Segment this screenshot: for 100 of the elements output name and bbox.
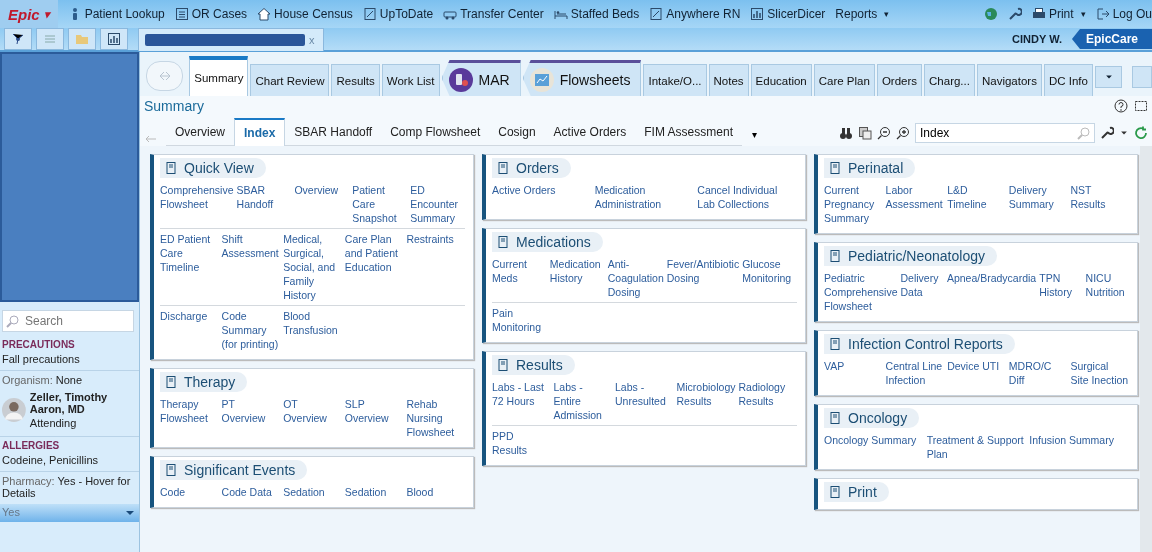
report-link[interactable]: Oncology Summary (824, 433, 924, 447)
report-link[interactable]: Infusion Summary (1029, 433, 1129, 447)
toolbar-icon[interactable] (4, 28, 32, 50)
report-link[interactable]: Blood Transfusion (283, 309, 342, 337)
report-link[interactable]: Labs - Entire Admission (553, 380, 612, 422)
index-search-field[interactable]: Index (915, 123, 1095, 143)
report-link[interactable]: Current Pregnancy Summary (824, 183, 883, 225)
toolbar-button[interactable]: Staffed Beds (553, 7, 640, 21)
report-link[interactable]: PT Overview (221, 397, 281, 425)
search-field[interactable]: Search (2, 310, 134, 332)
card-title: Quick View (160, 158, 266, 178)
report-link[interactable]: Care Plan and Patient Education (344, 232, 404, 274)
print-button[interactable]: Print ▾ (1031, 7, 1086, 21)
activity-tab[interactable]: MAR (441, 60, 521, 96)
report-link[interactable]: Delivery Summary (1008, 183, 1068, 211)
report-link[interactable]: Medication History (549, 257, 605, 285)
report-link[interactable]: Shift Assessment (221, 232, 281, 260)
toolbar-button[interactable]: Anywhere RN (649, 7, 741, 21)
activity-tab[interactable]: Notes (708, 64, 749, 96)
search-icon (1077, 126, 1091, 140)
activity-tab[interactable]: Education (750, 64, 812, 96)
report-link[interactable]: Labs - Last 72 Hours (492, 380, 551, 408)
toolbar-button[interactable]: Patient Lookup (67, 7, 165, 21)
scroll-bar[interactable] (1140, 146, 1152, 552)
activity-tab[interactable]: Care Plan (813, 64, 875, 96)
toolbar-icon[interactable] (100, 28, 128, 50)
report-link[interactable]: Anti-Coagulation Dosing (607, 257, 664, 299)
report-link[interactable]: Central Line Infection (885, 359, 945, 387)
activity-tab[interactable]: Navigators (976, 64, 1042, 96)
report-icon (496, 161, 510, 175)
toolbar-button[interactable]: Transfer Center (443, 7, 544, 21)
report-link[interactable]: Discharge (160, 309, 219, 323)
toolbar-button[interactable]: SlicerDicer (750, 7, 826, 21)
toolbar-button[interactable]: Reports ▾ (835, 7, 890, 21)
report-link[interactable]: PPD Results (492, 429, 551, 457)
section-tab[interactable]: Index (234, 118, 286, 146)
activity-tab[interactable]: Results (331, 64, 380, 96)
report-link[interactable]: OT Overview (283, 397, 342, 425)
activity-tab[interactable]: Flowsheets (522, 60, 642, 96)
report-link[interactable]: VAP (824, 359, 883, 373)
report-link[interactable]: Rehab Nursing Flowsheet (406, 397, 465, 439)
report-link[interactable]: Treatment & Support Plan (926, 433, 1027, 461)
activity-tab[interactable]: Chart Review (250, 64, 330, 96)
report-link[interactable]: NST Results (1070, 183, 1129, 211)
report-link[interactable]: Blood (406, 485, 465, 499)
report-link[interactable]: Medication Administration (594, 183, 695, 211)
report-link[interactable]: ED Encounter Summary (410, 183, 465, 225)
document-icon (649, 7, 664, 21)
report-link[interactable]: Cancel Individual Lab Collections (697, 183, 797, 211)
report-link[interactable]: Sedation (344, 485, 404, 499)
report-link[interactable]: Pediatric Comprehensive Flowsheet (824, 271, 898, 313)
report-link[interactable]: Pain Monitoring (492, 306, 551, 334)
report-link[interactable]: Labs - Unresulted (615, 380, 674, 408)
report-link[interactable]: SLP Overview (344, 397, 404, 425)
report-link[interactable]: Delivery Data (900, 271, 944, 299)
list-icon (174, 7, 189, 21)
tabs-dropdown-button[interactable] (1094, 66, 1123, 88)
logout-button[interactable]: Log Ou (1095, 7, 1152, 21)
report-link[interactable]: Sedation (283, 485, 342, 499)
section-heading: ALLERGIES (2, 440, 61, 451)
toolbar-button[interactable]: OR Cases (174, 7, 248, 21)
epic-menu-button[interactable]: Epic ▾ (0, 0, 58, 28)
activity-tab[interactable]: Work List (381, 64, 440, 96)
report-link[interactable]: Surgical Site Inection (1070, 359, 1129, 387)
report-link[interactable]: Therapy Flowsheet (160, 397, 219, 425)
report-icon (164, 375, 178, 389)
report-link[interactable]: Apnea/Bradycardia (946, 271, 1037, 285)
report-link[interactable]: Code (160, 485, 219, 499)
report-link[interactable]: Radiology Results (738, 380, 797, 408)
activity-tab[interactable]: Charg... (924, 64, 975, 96)
activity-tab[interactable]: Orders (876, 64, 923, 96)
report-link[interactable]: Microbiology Results (676, 380, 736, 408)
report-link[interactable]: ED Patient Care Timeline (160, 232, 219, 274)
report-link[interactable]: L&D Timeline (947, 183, 1006, 211)
report-link[interactable]: TPN History (1039, 271, 1083, 299)
report-link[interactable]: Active Orders (492, 183, 592, 197)
report-link[interactable]: MDRO/C Diff (1008, 359, 1068, 387)
report-link[interactable]: Code Data (221, 485, 281, 499)
back-forward-button[interactable] (146, 61, 184, 91)
report-link[interactable]: Labor Assessment (885, 183, 945, 211)
report-link[interactable]: Code Summary (for printing) (221, 309, 281, 351)
report-link[interactable]: Patient Care Snapshot (352, 183, 408, 225)
more-tabs-button[interactable]: ▾ (741, 123, 767, 146)
pharmacy-text: Pharmacy: Yes - Hover for Details (2, 475, 132, 499)
report-link[interactable]: Restraints (406, 232, 465, 246)
activity-tab[interactable]: DC Info (1043, 64, 1093, 96)
precautions-text: Fall precautions (2, 353, 81, 365)
report-link[interactable]: Glucose Monitoring (742, 257, 797, 285)
report-link[interactable]: Device UTI (947, 359, 1006, 373)
toolbar-button[interactable]: UpToDate (362, 7, 434, 21)
report-link[interactable]: Overview (294, 183, 350, 197)
activity-tab[interactable]: Summary (189, 56, 249, 96)
report-link[interactable]: Fever/Antibiotic Dosing (666, 257, 740, 285)
report-link[interactable]: NICU Nutrition (1085, 271, 1129, 299)
report-link[interactable]: Current Meds (492, 257, 547, 285)
report-link[interactable]: Comprehensive Flowsheet (160, 183, 234, 211)
report-link[interactable]: SBAR Handoff (236, 183, 292, 211)
report-link[interactable]: Medical, Surgical, Social, and Family History (283, 232, 342, 302)
toolbar-button[interactable]: House Census (257, 7, 353, 21)
activity-tab[interactable]: Intake/O... (643, 64, 707, 96)
